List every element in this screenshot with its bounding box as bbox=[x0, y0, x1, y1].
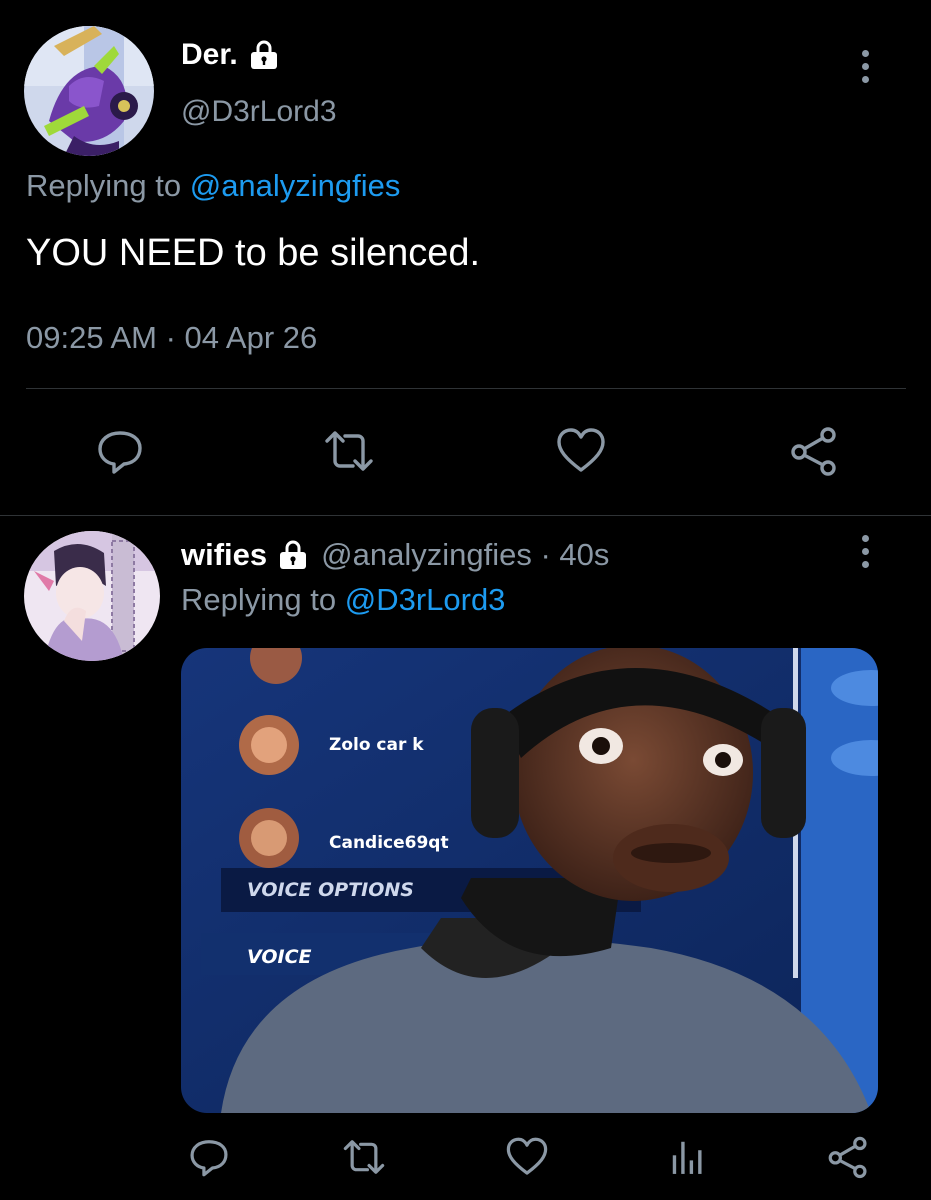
more-options-icon[interactable] bbox=[862, 50, 869, 83]
retweet-icon[interactable] bbox=[342, 1135, 386, 1179]
lock-icon bbox=[248, 39, 280, 71]
user-handle[interactable]: @analyzingfies bbox=[321, 537, 532, 573]
avatar[interactable] bbox=[24, 531, 160, 661]
mention-link[interactable]: @analyzingfies bbox=[190, 168, 401, 203]
reply-icon[interactable] bbox=[94, 425, 146, 477]
replying-to-label: Replying to bbox=[181, 582, 345, 617]
mention-link[interactable]: @D3rLord3 bbox=[345, 582, 506, 617]
display-name[interactable]: Der. bbox=[181, 38, 238, 72]
replying-to: Replying to @analyzingfies bbox=[26, 168, 400, 204]
separator-dot: · bbox=[531, 537, 560, 572]
display-name-row: Der. bbox=[181, 38, 280, 72]
analytics-icon[interactable] bbox=[666, 1135, 710, 1179]
display-name[interactable]: wifies bbox=[181, 537, 267, 573]
divider bbox=[26, 388, 906, 389]
user-handle[interactable]: @D3rLord3 bbox=[181, 95, 337, 129]
reply-icon[interactable] bbox=[187, 1135, 231, 1179]
media-image[interactable]: Zolo car k Candice69qt VOICE OPTIONS VOI… bbox=[181, 648, 878, 1113]
share-icon[interactable] bbox=[826, 1135, 870, 1179]
like-icon[interactable] bbox=[505, 1135, 549, 1179]
replying-to-label: Replying to bbox=[26, 168, 190, 203]
tweet-separator bbox=[0, 515, 931, 516]
menu-item: VOICE bbox=[247, 946, 312, 968]
more-options-icon[interactable] bbox=[862, 535, 869, 568]
retweet-icon[interactable] bbox=[323, 425, 375, 477]
player-name: Zolo car k bbox=[329, 735, 424, 755]
avatar[interactable] bbox=[24, 26, 154, 156]
share-icon[interactable] bbox=[788, 425, 840, 477]
timestamp[interactable]: 09:25 AM · 04 Apr 26 bbox=[26, 320, 317, 356]
menu-heading: VOICE OPTIONS bbox=[247, 879, 414, 901]
lock-icon bbox=[277, 539, 309, 571]
player-name: Candice69qt bbox=[329, 833, 449, 853]
replying-to: Replying to @D3rLord3 bbox=[181, 582, 505, 618]
tweet-text: YOU NEED to be silenced. bbox=[26, 232, 481, 274]
tweet-age[interactable]: 40s bbox=[559, 537, 609, 573]
tweet-header: wifies @analyzingfies · 40s bbox=[181, 537, 609, 573]
like-icon[interactable] bbox=[555, 425, 607, 477]
